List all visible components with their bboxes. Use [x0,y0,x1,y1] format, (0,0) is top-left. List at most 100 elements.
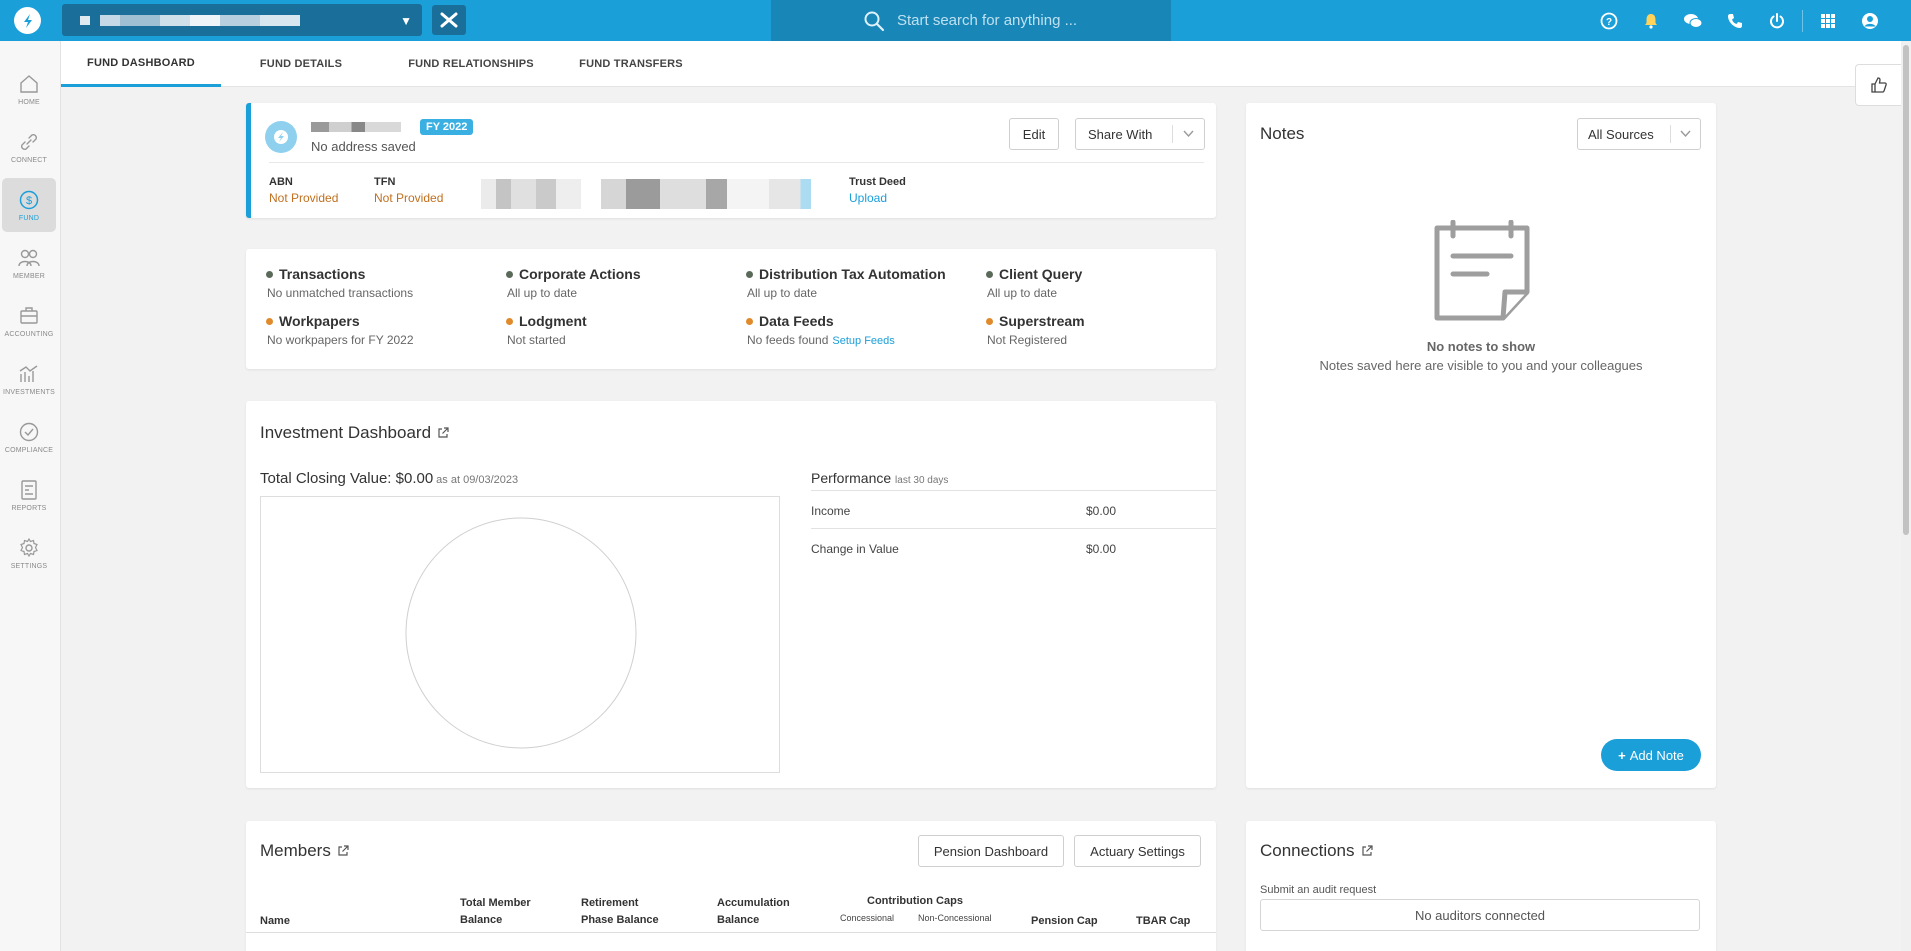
notifications-button[interactable] [1630,0,1672,41]
external-link-icon [1361,845,1373,856]
column-header-concessional[interactable]: Concessional [840,910,894,927]
feedback-button[interactable] [1855,64,1901,106]
dollar-icon: $ [19,190,39,210]
phone-button[interactable] [1714,0,1756,41]
status-distribution-tax-automation[interactable]: Distribution Tax Automation All up to da… [746,266,946,300]
status-superstream[interactable]: Superstream Not Registered [986,313,1085,347]
investment-dashboard-title[interactable]: Investment Dashboard [260,423,449,443]
tab-fund-relationships[interactable]: FUND RELATIONSHIPS [391,41,551,87]
setup-feeds-link[interactable]: Setup Feeds [832,335,894,347]
allocation-chart [260,496,780,773]
tab-fund-details[interactable]: FUND DETAILS [241,41,361,87]
performance-period: last 30 days [895,475,949,486]
status-subtitle: All up to date [987,286,1058,300]
performance-row-value: $0.00 [1086,542,1117,556]
notes-empty-description: Notes saved here are visible to you and … [1319,358,1643,373]
chat-icon [1684,13,1703,28]
column-header-retirement-phase-balance[interactable]: Retirement Phase Balance [581,895,659,929]
performance-row-change-in-value: Change in Value $0.00 [811,528,1216,566]
status-subtitle: Not started [507,333,566,347]
total-closing-label: Total Closing Value: $0.00 [260,470,434,487]
connections-title[interactable]: Connections [1260,841,1373,861]
app-logo[interactable] [14,7,41,34]
status-subtitle: All up to date [747,286,818,300]
sidebar-item-reports[interactable]: REPORTS [2,468,56,522]
page-scrollbar[interactable] [1901,41,1911,951]
sidebar-item-home[interactable]: HOME [2,62,56,116]
empty-pie-chart [405,517,637,749]
column-header-tbar-cap[interactable]: TBAR Cap [1136,913,1190,930]
logo-icon [274,130,288,144]
status-workpapers[interactable]: Workpapers No workpapers for FY 2022 [266,313,414,347]
total-closing-value: Total Closing Value: $0.00 as at 09/03/20… [260,470,518,487]
members-title[interactable]: Members [260,841,349,861]
status-lodgment[interactable]: Lodgment Not started [506,313,587,347]
pension-dashboard-button[interactable]: Pension Dashboard [918,835,1064,867]
sidebar-item-label: HOME [18,99,40,106]
search-input[interactable] [897,12,1137,29]
column-header-accumulation-balance[interactable]: Accumulation Balance [717,895,790,929]
notes-card: Notes All Sources No notes to show Notes… [1246,103,1716,788]
fund-selector[interactable]: ▼ [62,4,422,36]
sidebar-item-member[interactable]: MEMBER [2,236,56,290]
svg-text:$: $ [26,195,32,207]
status-transactions[interactable]: Transactions No unmatched transactions [266,266,413,300]
fund-address: No address saved [311,139,416,154]
auditor-connection-box[interactable]: No auditors connected [1260,899,1700,931]
sidebar-item-fund[interactable]: $ FUND [2,178,56,232]
tfn-field: TFN Not Provided [374,176,443,205]
status-dot [986,317,993,325]
sidebar-item-label: CONNECT [10,157,47,164]
status-client-query[interactable]: Client Query All up to date [986,266,1082,300]
status-corporate-actions[interactable]: Corporate Actions All up to date [506,266,641,300]
sidebar-item-investments[interactable]: INVESTMENTS [2,352,56,406]
xero-button[interactable] [432,5,466,35]
sidebar-item-label: MEMBER [13,273,45,280]
fund-selector-redacted-name [100,15,300,26]
status-title: Transactions [279,266,366,282]
performance-row-value: $0.00 [1086,504,1117,518]
column-header-name[interactable]: Name [260,913,290,930]
help-button[interactable]: ? [1588,0,1630,41]
power-icon [1770,12,1784,28]
table-header-divider [246,932,1216,933]
status-subtitle: No workpapers for FY 2022 [267,333,414,347]
share-with-dropdown[interactable]: Share With [1075,118,1205,150]
column-header-non-concessional[interactable]: Non-Concessional [918,910,992,927]
apps-button[interactable] [1807,0,1849,41]
notes-title: Notes [1260,124,1305,143]
notes-source-select[interactable]: All Sources [1577,118,1701,150]
report-icon [21,480,37,500]
top-icon-separator [1802,9,1803,32]
sidebar-item-accounting[interactable]: ACCOUNTING [2,294,56,348]
tfn-value: Not Provided [374,191,444,205]
add-note-button[interactable]: + Add Note [1601,739,1701,771]
column-header-pension-cap[interactable]: Pension Cap [1031,913,1098,930]
connections-subtitle: Submit an audit request [1260,884,1377,896]
global-search [771,0,1171,41]
help-icon: ? [1600,12,1618,29]
scrollbar-thumb[interactable] [1903,45,1909,535]
external-link-icon [338,845,349,856]
abn-label: ABN [269,176,293,188]
column-header-total-member-balance[interactable]: Total Member Balance [460,895,531,929]
actuary-settings-button[interactable]: Actuary Settings [1074,835,1201,867]
sidebar-item-compliance[interactable]: COMPLIANCE [2,410,56,464]
status-title: Distribution Tax Automation [759,266,946,282]
sidebar-item-connect[interactable]: CONNECT [2,120,56,174]
edit-button[interactable]: Edit [1009,118,1059,150]
status-title: Workpapers [279,313,360,329]
logout-button[interactable] [1756,0,1798,41]
left-sidebar: HOME CONNECT $ FUND MEMBER ACCOUNTING IN… [0,41,61,951]
tab-fund-dashboard[interactable]: FUND DASHBOARD [61,41,221,87]
status-data-feeds[interactable]: Data Feeds No feeds found Setup Feeds [746,313,895,347]
dropdown-divider [1670,125,1671,143]
phone-icon [1728,13,1742,28]
trust-deed-upload-link[interactable]: Upload [849,191,906,205]
svg-text:?: ? [1606,17,1612,28]
tab-fund-transfers[interactable]: FUND TRANSFERS [566,41,696,87]
card-title-text: Investment Dashboard [260,423,432,442]
sidebar-item-settings[interactable]: SETTINGS [2,526,56,580]
chat-button[interactable] [1672,0,1714,41]
user-profile-button[interactable] [1849,0,1891,41]
